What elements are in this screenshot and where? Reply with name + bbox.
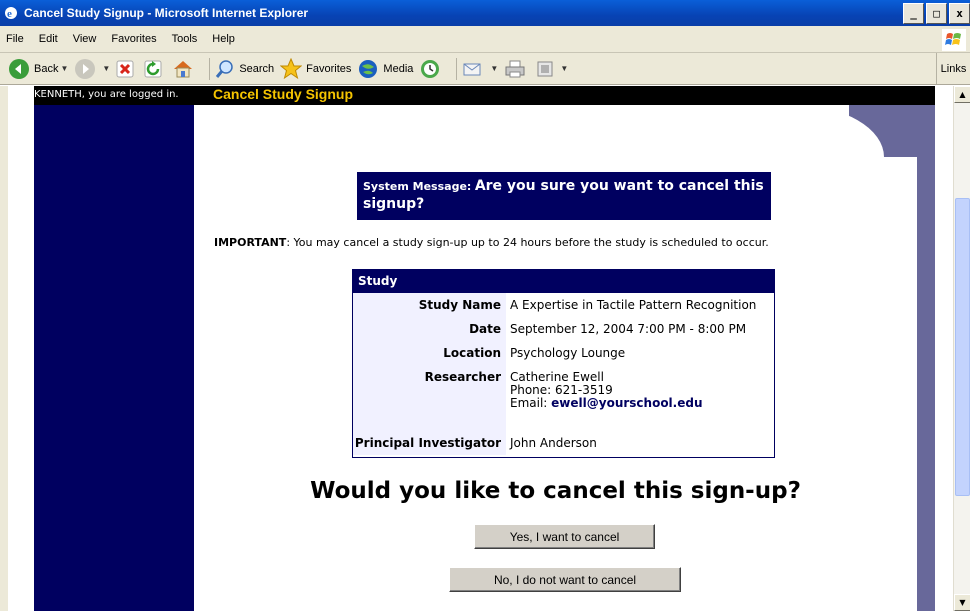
location-label: Location xyxy=(353,341,506,365)
menu-view[interactable]: View xyxy=(73,33,97,45)
researcher-email-link[interactable]: ewell@yourschool.edu xyxy=(551,396,702,410)
scroll-thumb[interactable] xyxy=(955,198,970,496)
media-button[interactable]: Media xyxy=(357,58,413,80)
study-location-row: Location Psychology Lounge xyxy=(353,341,774,365)
print-button[interactable] xyxy=(504,59,530,79)
stop-button[interactable] xyxy=(116,60,138,78)
menu-tools[interactable]: Tools xyxy=(172,33,198,45)
mail-icon xyxy=(463,63,481,75)
close-button[interactable]: x xyxy=(949,3,970,24)
window-title-bar: e Cancel Study Signup - Microsoft Intern… xyxy=(0,0,970,26)
history-icon xyxy=(421,59,440,78)
favorites-star-icon xyxy=(280,57,303,79)
pi-label: Principal Investigator xyxy=(353,431,506,455)
confirm-cancel-button[interactable]: Yes, I want to cancel xyxy=(474,524,655,549)
browser-viewport: KENNETH, you are logged in. Cancel Study… xyxy=(0,86,970,611)
study-pi-row: Principal Investigator John Anderson xyxy=(353,431,774,455)
media-label: Media xyxy=(383,62,414,75)
header-curve xyxy=(194,105,884,157)
window-title: Cancel Study Signup - Microsoft Internet… xyxy=(24,6,309,20)
left-sidebar xyxy=(34,105,194,611)
important-notice: IMPORTANT: You may cancel a study sign-u… xyxy=(214,236,769,249)
toolbar-separator xyxy=(456,57,458,80)
menu-bar: File Edit View Favorites Tools Help xyxy=(0,26,970,53)
email-label: Email: xyxy=(510,396,552,410)
study-details-table: Study Study Name A Expertise in Tactile … xyxy=(352,269,775,458)
date-label: Date xyxy=(353,317,506,341)
system-message-label: System Message: xyxy=(363,180,472,193)
scroll-down-arrow-icon[interactable]: ▼ xyxy=(954,594,970,611)
refresh-icon xyxy=(144,60,162,77)
date-value: September 12, 2004 7:00 PM - 8:00 PM xyxy=(510,322,747,336)
refresh-button[interactable] xyxy=(144,60,166,78)
favorites-button[interactable]: Favorites xyxy=(280,57,352,80)
printer-icon xyxy=(505,60,525,77)
menu-favorites[interactable]: Favorites xyxy=(111,33,156,45)
toolbar-separator xyxy=(209,57,211,80)
forward-arrow-icon xyxy=(75,58,96,79)
home-button[interactable] xyxy=(172,58,198,80)
study-name-row: Study Name A Expertise in Tactile Patter… xyxy=(353,293,774,317)
web-page: KENNETH, you are logged in. Cancel Study… xyxy=(8,86,953,611)
researcher-email-line: Email: ewell@yourschool.edu xyxy=(510,397,774,410)
search-icon xyxy=(216,59,234,78)
menu-edit[interactable]: Edit xyxy=(39,33,58,45)
windows-logo-icon xyxy=(942,29,966,51)
edit-button[interactable]: ▼ xyxy=(536,60,568,78)
back-arrow-icon xyxy=(9,58,29,79)
menu-help[interactable]: Help xyxy=(212,33,235,45)
back-button[interactable]: Back ▼ xyxy=(8,58,68,80)
keep-signup-button[interactable]: No, I do not want to cancel xyxy=(449,567,681,592)
forward-button[interactable]: ▼ xyxy=(74,58,110,80)
minimize-button[interactable]: _ xyxy=(903,3,924,24)
search-label: Search xyxy=(239,62,275,75)
important-text: : You may cancel a study sign-up up to 2… xyxy=(286,236,769,249)
cancel-question: Would you like to cancel this sign-up? xyxy=(310,478,801,504)
researcher-label: Researcher xyxy=(353,365,506,431)
links-button[interactable]: Links xyxy=(936,53,970,84)
study-name-value: A Expertise in Tactile Pattern Recogniti… xyxy=(510,298,757,312)
vertical-scrollbar[interactable]: ▲ ▼ xyxy=(953,86,970,611)
edit-page-icon xyxy=(537,61,553,76)
media-icon xyxy=(359,59,378,78)
stop-icon xyxy=(116,60,134,77)
pi-value: John Anderson xyxy=(510,436,597,450)
svg-text:e: e xyxy=(7,8,12,20)
study-researcher-row: Researcher Catherine Ewell Phone: 621-35… xyxy=(353,365,774,431)
main-content: System Message: Are you sure you want to… xyxy=(194,157,917,611)
study-date-row: Date September 12, 2004 7:00 PM - 8:00 P… xyxy=(353,317,774,341)
study-name-label: Study Name xyxy=(353,293,506,317)
history-button[interactable] xyxy=(419,58,445,80)
menu-file[interactable]: File xyxy=(6,33,24,45)
important-label: IMPORTANT xyxy=(214,236,287,249)
window-controls: _ □ x xyxy=(903,3,970,24)
scroll-up-arrow-icon[interactable]: ▲ xyxy=(954,86,970,103)
logged-in-status: KENNETH, you are logged in. xyxy=(34,89,179,100)
ie-icon: e xyxy=(3,5,19,21)
study-heading: Study xyxy=(353,270,774,293)
toolbar: Back ▼ ▼ Search Favorites Media ▼ ▼ Links xyxy=(0,53,970,85)
home-icon xyxy=(174,60,193,77)
back-label: Back xyxy=(34,62,59,75)
mail-button[interactable]: ▼ xyxy=(462,59,498,79)
favorites-label: Favorites xyxy=(306,62,352,75)
header-bar: KENNETH, you are logged in. Cancel Study… xyxy=(34,86,935,105)
researcher-value: Catherine Ewell Phone: 621-3519 Email: e… xyxy=(506,365,774,431)
page-title: Cancel Study Signup xyxy=(213,86,354,102)
system-message-box: System Message: Are you sure you want to… xyxy=(357,172,771,220)
location-value: Psychology Lounge xyxy=(510,346,626,360)
search-button[interactable]: Search xyxy=(215,59,274,79)
maximize-button[interactable]: □ xyxy=(926,3,947,24)
